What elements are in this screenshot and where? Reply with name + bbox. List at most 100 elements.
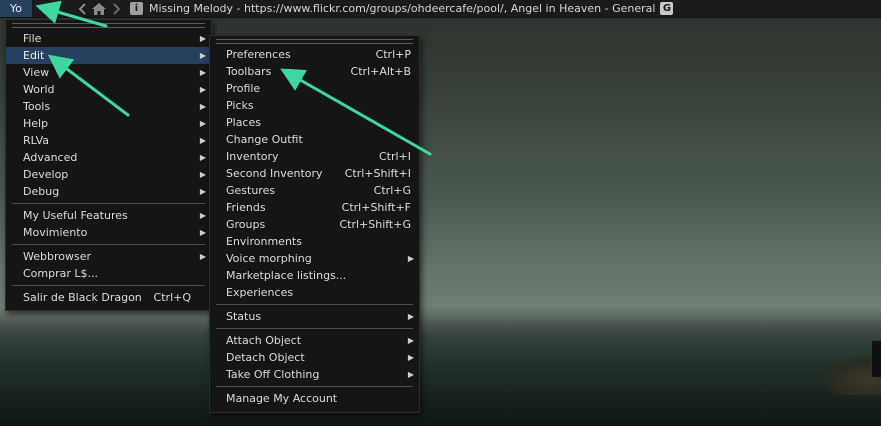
menu-item-shortcut: Ctrl+Alt+B bbox=[350, 65, 411, 78]
menu-item-advanced[interactable]: Advanced ▶ bbox=[6, 149, 211, 166]
submenu-arrow-icon: ▶ bbox=[199, 68, 206, 77]
menu-item-profile[interactable]: Profile bbox=[210, 80, 419, 97]
menu-item-label: My Useful Features bbox=[23, 209, 128, 222]
menu-separator bbox=[216, 386, 413, 387]
top-menu-bar: Yo i Missing Melody - https://www.flickr… bbox=[0, 0, 881, 18]
submenu-arrow-icon: ▶ bbox=[407, 254, 414, 263]
menu-item-label: Debug bbox=[23, 185, 60, 198]
menu-item-label: Marketplace listings... bbox=[226, 269, 347, 282]
menu-item-take-off-clothing[interactable]: Take Off Clothing ▶ bbox=[210, 366, 419, 383]
submenu-arrow-icon: ▶ bbox=[199, 51, 206, 60]
menu-item-label: Advanced bbox=[23, 151, 78, 164]
menu-item-friends[interactable]: Friends Ctrl+Shift+F bbox=[210, 199, 419, 216]
menu-item-shortcut: Ctrl+I bbox=[378, 150, 411, 163]
info-icon[interactable]: i bbox=[130, 2, 143, 15]
menu-item-status[interactable]: Status ▶ bbox=[210, 308, 419, 325]
menu-item-label: Voice morphing bbox=[226, 252, 312, 265]
menu-item-edit[interactable]: Edit ▶ bbox=[6, 47, 211, 64]
submenu-arrow-icon: ▶ bbox=[199, 85, 206, 94]
menu-item-shortcut: Ctrl+Q bbox=[153, 291, 191, 304]
submenu-arrow-icon: ▶ bbox=[199, 34, 206, 43]
submenu-arrow-icon: ▶ bbox=[199, 252, 206, 261]
menu-item-label: Change Outfit bbox=[226, 133, 303, 146]
menu-item-label: Webbrowser bbox=[23, 250, 91, 263]
yo-dropdown-menu: File ▶ Edit ▶ View ▶ World ▶ Tools ▶ Help ▶ RL… bbox=[5, 19, 212, 311]
menu-item-file[interactable]: File ▶ bbox=[6, 30, 211, 47]
menu-item-voice-morphing[interactable]: Voice morphing ▶ bbox=[210, 250, 419, 267]
menu-item-preferences[interactable]: Preferences Ctrl+P bbox=[210, 46, 419, 63]
menu-item-marketplace-listings[interactable]: Marketplace listings... bbox=[210, 267, 419, 284]
submenu-arrow-icon: ▶ bbox=[199, 102, 206, 111]
menu-item-shortcut: Ctrl+Shift+I bbox=[344, 167, 411, 180]
menu-item-label: Develop bbox=[23, 168, 69, 181]
menu-item-label: View bbox=[23, 66, 50, 79]
menu-item-world[interactable]: World ▶ bbox=[6, 81, 211, 98]
submenu-arrow-icon: ▶ bbox=[407, 370, 414, 379]
menu-item-toolbars[interactable]: Toolbars Ctrl+Alt+B bbox=[210, 63, 419, 80]
menu-tearoff-grip[interactable] bbox=[12, 23, 205, 28]
menu-item-comprar-linden[interactable]: Comprar L$... bbox=[6, 265, 211, 282]
menu-item-label: File bbox=[23, 32, 42, 45]
menu-item-label: Status bbox=[226, 310, 262, 323]
menu-item-my-useful-features[interactable]: My Useful Features ▶ bbox=[6, 207, 211, 224]
maturity-rating-badge[interactable]: G bbox=[660, 2, 674, 15]
menu-item-gestures[interactable]: Gestures Ctrl+G bbox=[210, 182, 419, 199]
menu-item-help[interactable]: Help ▶ bbox=[6, 115, 211, 132]
submenu-arrow-icon: ▶ bbox=[199, 136, 206, 145]
menu-item-tools[interactable]: Tools ▶ bbox=[6, 98, 211, 115]
menu-item-change-outfit[interactable]: Change Outfit bbox=[210, 131, 419, 148]
menu-item-label: Take Off Clothing bbox=[226, 368, 320, 381]
menu-item-label: Inventory bbox=[226, 150, 279, 163]
location-text: Missing Melody - https://www.flickr.com/… bbox=[149, 2, 656, 15]
menu-item-label: Manage My Account bbox=[226, 392, 338, 405]
menu-item-label: Friends bbox=[226, 201, 266, 214]
menu-item-develop[interactable]: Develop ▶ bbox=[6, 166, 211, 183]
submenu-arrow-icon: ▶ bbox=[199, 119, 206, 128]
menu-item-label: Environments bbox=[226, 235, 302, 248]
menu-item-second-inventory[interactable]: Second Inventory Ctrl+Shift+I bbox=[210, 165, 419, 182]
submenu-arrow-icon: ▶ bbox=[199, 211, 206, 220]
submenu-arrow-icon: ▶ bbox=[407, 336, 414, 345]
submenu-arrow-icon: ▶ bbox=[407, 353, 414, 362]
forward-arrow-icon[interactable] bbox=[108, 0, 124, 17]
menu-item-view[interactable]: View ▶ bbox=[6, 64, 211, 81]
menu-item-label: Attach Object bbox=[226, 334, 302, 347]
menu-item-manage-my-account[interactable]: Manage My Account bbox=[210, 390, 419, 407]
menu-item-detach-object[interactable]: Detach Object ▶ bbox=[210, 349, 419, 366]
menu-item-webbrowser[interactable]: Webbrowser ▶ bbox=[6, 248, 211, 265]
yo-menu-button[interactable]: Yo bbox=[0, 0, 32, 17]
menu-item-rlva[interactable]: RLVa ▶ bbox=[6, 132, 211, 149]
submenu-arrow-icon: ▶ bbox=[199, 170, 206, 179]
menu-item-label: Comprar L$... bbox=[23, 267, 99, 280]
menu-tearoff-grip[interactable] bbox=[216, 39, 413, 44]
menu-separator bbox=[12, 203, 205, 204]
menu-item-label: Gestures bbox=[226, 184, 276, 197]
menu-item-environments[interactable]: Environments bbox=[210, 233, 419, 250]
menu-item-attach-object[interactable]: Attach Object ▶ bbox=[210, 332, 419, 349]
menu-item-inventory[interactable]: Inventory Ctrl+I bbox=[210, 148, 419, 165]
menu-item-experiences[interactable]: Experiences bbox=[210, 284, 419, 301]
menu-item-label: Second Inventory bbox=[226, 167, 323, 180]
menu-item-places[interactable]: Places bbox=[210, 114, 419, 131]
sea-surface bbox=[0, 338, 881, 426]
menu-item-label: Groups bbox=[226, 218, 266, 231]
menu-item-label: Salir de Black Dragon bbox=[23, 291, 142, 304]
submenu-arrow-icon: ▶ bbox=[199, 228, 206, 237]
back-arrow-icon[interactable] bbox=[74, 0, 90, 17]
menu-item-shortcut: Ctrl+G bbox=[373, 184, 411, 197]
side-panel-tab[interactable] bbox=[871, 340, 881, 378]
menu-item-label: Toolbars bbox=[226, 65, 272, 78]
menu-item-movimiento[interactable]: Movimiento ▶ bbox=[6, 224, 211, 241]
menu-item-groups[interactable]: Groups Ctrl+Shift+G bbox=[210, 216, 419, 233]
home-icon[interactable] bbox=[90, 0, 108, 17]
menu-item-debug[interactable]: Debug ▶ bbox=[6, 183, 211, 200]
menu-separator bbox=[216, 328, 413, 329]
menu-item-shortcut: Ctrl+Shift+G bbox=[339, 218, 411, 231]
menu-item-picks[interactable]: Picks bbox=[210, 97, 419, 114]
menu-item-label: World bbox=[23, 83, 55, 96]
menu-item-quit[interactable]: Salir de Black Dragon Ctrl+Q bbox=[6, 289, 211, 306]
menu-item-label: Picks bbox=[226, 99, 254, 112]
menu-item-label: Detach Object bbox=[226, 351, 305, 364]
menu-separator bbox=[12, 285, 205, 286]
menu-separator bbox=[12, 244, 205, 245]
